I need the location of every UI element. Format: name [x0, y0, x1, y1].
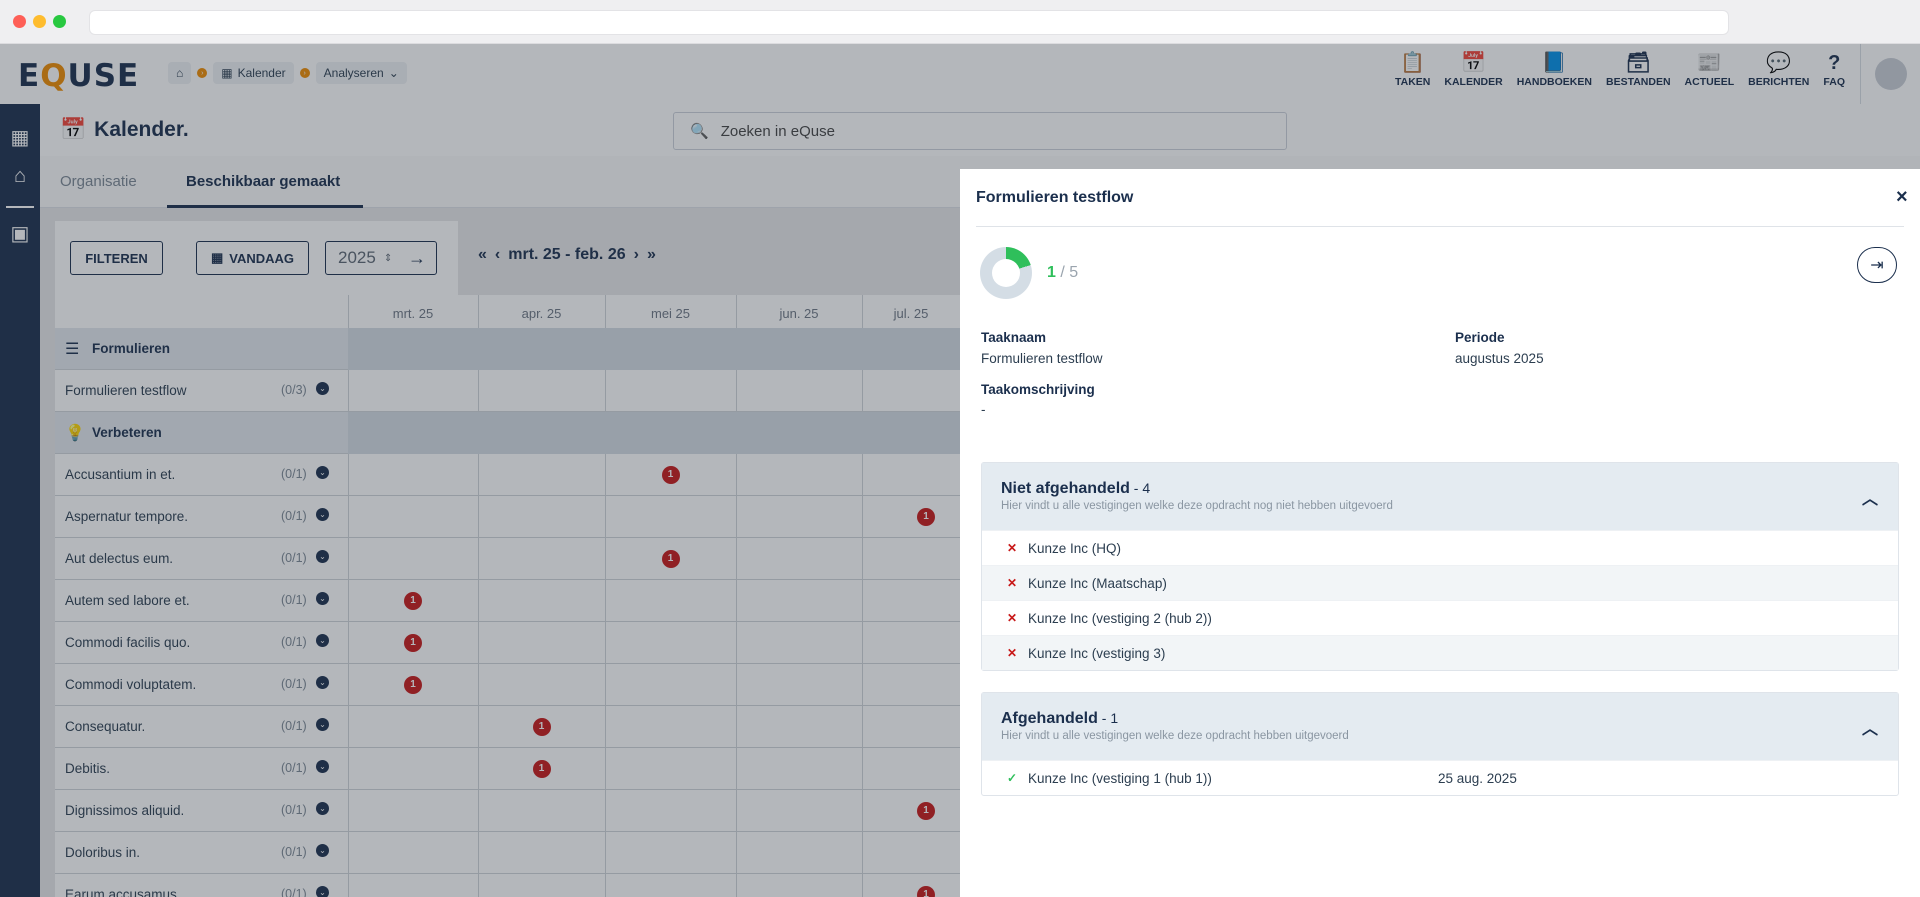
accordion-title: Afgehandeld - 1	[1001, 710, 1119, 727]
list-item: ✕ Kunze Inc (HQ)	[982, 530, 1898, 565]
export-button[interactable]: ⇥	[1857, 247, 1897, 283]
taaknaam-label: Taaknaam	[981, 330, 1047, 345]
list-item: ✕ Kunze Inc (Maatschap)	[982, 565, 1898, 600]
list-item: ✕ Kunze Inc (vestiging 2 (hub 2))	[982, 600, 1898, 635]
taakomschrijving-value: -	[981, 402, 986, 417]
divider	[976, 226, 1904, 227]
window-close-dot[interactable]	[13, 15, 26, 28]
accordion-header[interactable]: Niet afgehandeld - 4 Hier vindt u alle v…	[982, 463, 1898, 530]
cross-icon: ✕	[1007, 541, 1018, 555]
taakomschrijving-label: Taakomschrijving	[981, 382, 1095, 397]
accordion-subtitle: Hier vindt u alle vestigingen welke deze…	[1001, 730, 1349, 742]
cross-icon: ✕	[1007, 576, 1018, 590]
progress-score: 1 / 5	[1047, 264, 1079, 281]
check-icon: ✓	[1007, 771, 1018, 785]
periode-label: Periode	[1455, 330, 1505, 345]
close-icon[interactable]: ×	[1896, 186, 1908, 209]
cross-icon: ✕	[1007, 646, 1018, 660]
list-item: ✕ Kunze Inc (vestiging 3)	[982, 635, 1898, 670]
window-maximize-dot[interactable]	[53, 15, 66, 28]
address-bar[interactable]	[89, 10, 1729, 35]
panel-title: Formulieren testflow	[976, 189, 1134, 206]
chevron-up-icon[interactable]: ︿	[1862, 715, 1878, 739]
window-minimize-dot[interactable]	[33, 15, 46, 28]
task-detail-panel: Formulieren testflow × 1 / 5 ⇥ Taaknaam …	[960, 169, 1920, 897]
periode-value: augustus 2025	[1455, 351, 1544, 366]
list-item: ✓ Kunze Inc (vestiging 1 (hub 1)) 25 aug. …	[982, 760, 1898, 795]
file-export-icon: ⇥	[1870, 257, 1884, 274]
accordion-header[interactable]: Afgehandeld - 1 Hier vindt u alle vestig…	[982, 693, 1898, 760]
accordion-title: Niet afgehandeld - 4	[1001, 480, 1151, 497]
chevron-up-icon[interactable]: ︿	[1862, 485, 1878, 509]
taaknaam-value: Formulieren testflow	[981, 351, 1103, 366]
browser-chrome	[0, 0, 1920, 44]
cross-icon: ✕	[1007, 611, 1018, 625]
accordion-afgehandeld: Afgehandeld - 1 Hier vindt u alle vestig…	[981, 692, 1899, 796]
progress-donut	[980, 247, 1032, 299]
accordion-subtitle: Hier vindt u alle vestigingen welke deze…	[1001, 500, 1393, 512]
accordion-niet-afgehandeld: Niet afgehandeld - 4 Hier vindt u alle v…	[981, 462, 1899, 671]
